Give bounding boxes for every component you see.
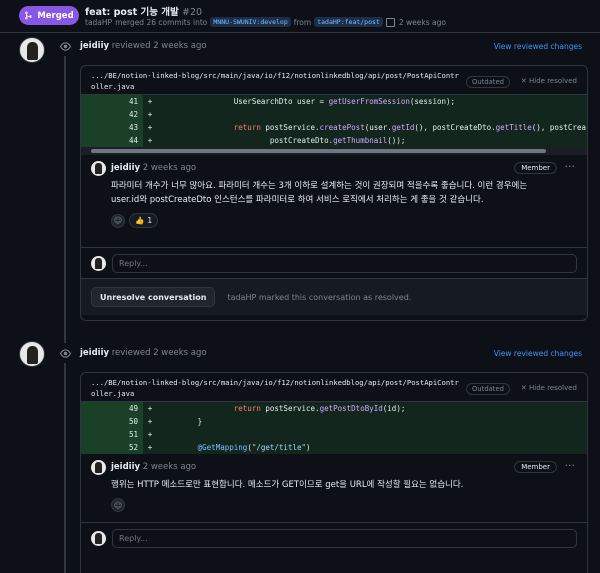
comment-time[interactable]: 2 weeks ago [143,163,196,173]
code-line: 43 + return postService.createPost(user.g… [81,121,587,134]
reply-row [81,247,587,278]
thumbs-up-icon: 👍 [135,216,145,225]
unresolve-conversation-button[interactable]: Unresolve conversation [91,287,216,307]
code-snippet: 41 + UserSearchDto user = getUserFromSess… [81,95,587,147]
comment-avatar[interactable] [91,460,106,475]
eye-icon [55,343,75,363]
comment-time[interactable]: 2 weeks ago [143,462,196,472]
more-options-icon[interactable]: ··· [565,459,576,472]
merge-time: 2 weeks ago [398,17,446,27]
code-line: 49 + return postService.getPostDtoById(id… [81,402,587,415]
pr-author[interactable]: tadaHP [85,18,112,27]
resolved-note: tadaHP marked this conversation as resol… [227,293,411,302]
code-snippet: 49 + return postService.getPostDtoById(id… [81,402,587,454]
timeline-line [64,40,66,573]
comment-line: 파라미터 개수가 너무 많아요. 파라미터 개수는 3개 이하로 설계하는 것이… [111,181,528,191]
head-branch[interactable]: tadaHP:feat/post [314,17,383,27]
reply-avatar [91,530,106,546]
outdated-badge: Outdated [466,76,510,88]
merged-text: merged 26 commits into [115,17,208,27]
avatar[interactable] [19,37,45,63]
from-text: from [293,17,312,27]
member-badge: Member [514,461,557,473]
add-reaction-icon[interactable]: ☺ [111,498,125,512]
avatar[interactable] [19,341,45,367]
review-comment: jeidiiy 2 weeks ago Member ··· 행위는 HTTP … [81,454,587,522]
comment-avatar[interactable] [91,161,106,176]
code-line: 42 + [81,108,587,121]
comment-header: jeidiiy 2 weeks ago [111,163,196,173]
file-header: .../BE/notion-linked-blog/src/main/java/… [81,66,587,95]
eye-icon [55,36,75,56]
file-path[interactable]: .../BE/notion-linked-blog/src/main/java/… [91,377,461,399]
member-badge: Member [514,162,557,174]
resolved-by[interactable]: tadaHP [227,293,256,302]
code-line: 44 + postCreateDto.getThumbnail()); [81,134,587,147]
merged-badge-label: Merged [37,10,74,21]
pr-subtitle: tadaHP merged 26 commits into MNNU-SWUNI… [85,17,446,27]
reactions: ☺ [111,498,577,512]
reaction-chip[interactable]: 👍 1 [129,213,159,228]
view-reviewed-changes-link[interactable]: View reviewed changes [494,349,582,358]
code-line: 51 + [81,428,587,441]
reply-avatar [91,255,106,271]
merged-badge: Merged [19,6,79,25]
pr-header: Merged feat: post 기능 개발 #20 tadaHP merge… [0,0,600,33]
view-reviewed-changes-link[interactable]: View reviewed changes [494,42,582,51]
hide-resolved-button[interactable]: ✕ Hide resolved [521,384,577,392]
more-options-icon[interactable]: ··· [565,160,576,173]
hide-resolved-button[interactable]: ✕ Hide resolved [521,77,577,85]
reviewer-name[interactable]: jeidiiy [80,41,109,51]
merge-icon [25,11,33,20]
copy-icon[interactable] [385,17,395,27]
reply-row [81,522,587,553]
file-header: .../BE/notion-linked-blog/src/main/java/… [81,373,587,402]
review-action: reviewed 2 weeks ago [111,41,207,51]
resolve-row: Unresolve conversation tadaHP marked thi… [81,278,587,315]
reactions: ☺ 👍 1 [111,213,577,228]
reply-input[interactable] [112,528,577,548]
comment-line: user.id와 postCreateDto 인스턴스를 파라미터로 하여 서비… [111,195,484,205]
comment-author[interactable]: jeidiiy [111,163,140,173]
comment-line: 행위는 HTTP 메소드로만 표현합니다. 메소드가 GET이므로 get을 U… [111,480,464,490]
review-thread: .../BE/notion-linked-blog/src/main/java/… [80,65,588,321]
reviewer-name[interactable]: jeidiiy [80,348,109,358]
add-reaction-icon[interactable]: ☺ [111,213,125,228]
review-thread: .../BE/notion-linked-blog/src/main/java/… [80,372,588,573]
reaction-count: 1 [147,216,153,225]
pr-title: feat: post 기능 개발 #20 [85,4,202,18]
code-line: 52 + @GetMapping("/get/title") [81,441,587,454]
review-header: jeidiiy reviewed 2 weeks ago [80,41,207,51]
outdated-badge: Outdated [466,383,510,395]
file-path[interactable]: .../BE/notion-linked-blog/src/main/java/… [91,70,461,92]
review-action: reviewed 2 weeks ago [111,348,207,358]
horizontal-scrollbar[interactable] [81,147,587,155]
reply-input[interactable] [112,253,577,273]
code-line: 50 + } [81,415,587,428]
comment-header: jeidiiy 2 weeks ago [111,462,196,472]
comment-author[interactable]: jeidiiy [111,462,140,472]
resolved-text: marked this conversation as resolved. [258,292,412,302]
review-header: jeidiiy reviewed 2 weeks ago [80,348,207,358]
review-comment: jeidiiy 2 weeks ago Member ··· 파라미터 개수가 … [81,155,587,247]
base-branch[interactable]: MNNU-SWUNIV:develop [210,17,291,27]
code-line: 41 + UserSearchDto user = getUserFromSess… [81,95,587,108]
